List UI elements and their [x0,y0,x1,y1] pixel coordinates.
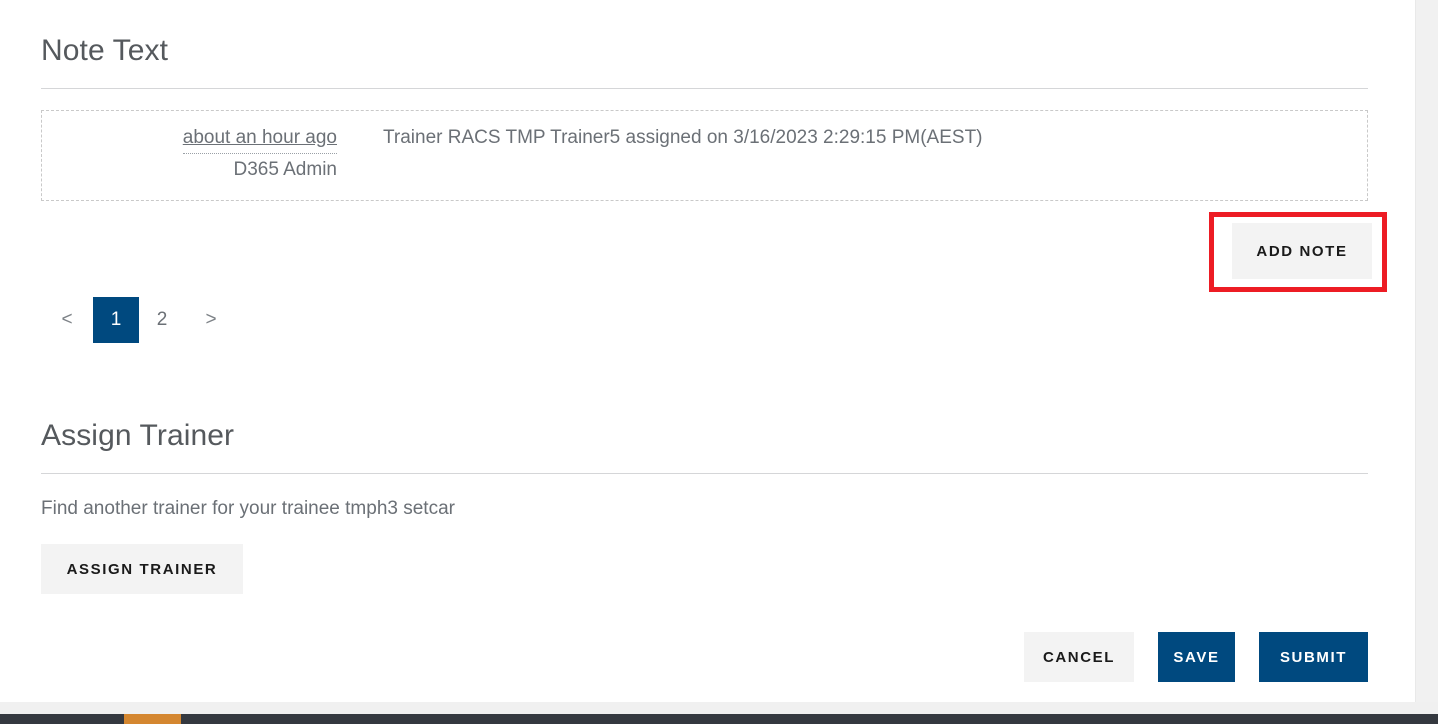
content-inner: Note Text about an hour ago D365 Admin T… [41,0,1387,682]
note-author: D365 Admin [233,159,337,180]
page-right-gutter [1415,0,1438,702]
page-bottom-edge [0,702,1438,714]
note-body-text: Trainer RACS TMP Trainer5 assigned on 3/… [383,127,983,148]
note-text-heading: Note Text [41,34,169,67]
assign-trainer-section: Assign Trainer Find another trainer for … [41,421,1368,594]
add-note-button[interactable]: ADD NOTE [1232,223,1372,279]
app-screen: Note Text about an hour ago D365 Admin T… [0,0,1438,724]
pagination: < 1 2 > [41,297,1368,343]
os-taskbar [0,714,1438,724]
assign-trainer-heading: Assign Trainer [41,419,235,452]
note-timestamp[interactable]: about an hour ago [182,123,337,154]
pagination-next[interactable]: > [185,297,237,343]
pagination-page-1[interactable]: 1 [93,297,139,343]
pagination-prev[interactable]: < [41,297,93,343]
assign-trainer-button[interactable]: ASSIGN TRAINER [41,544,243,594]
cancel-button[interactable]: CANCEL [1024,632,1134,682]
form-action-bar: CANCEL SAVE SUBMIT [41,632,1368,682]
save-button[interactable]: SAVE [1158,632,1235,682]
top-spacer [41,0,1368,36]
note-list-item: about an hour ago D365 Admin Trainer RAC… [41,110,1368,201]
assign-trainer-description: Find another trainer for your trainee tm… [41,498,455,519]
add-note-row: ADD NOTE [41,201,1387,293]
pagination-page-2[interactable]: 2 [139,297,185,343]
page-content: Note Text about an hour ago D365 Admin T… [0,0,1415,702]
taskbar-active-item[interactable] [124,714,181,724]
note-section-divider [41,88,1368,89]
note-meta: about an hour ago D365 Admin [42,123,337,186]
assign-section-divider [41,473,1368,474]
submit-button[interactable]: SUBMIT [1259,632,1368,682]
